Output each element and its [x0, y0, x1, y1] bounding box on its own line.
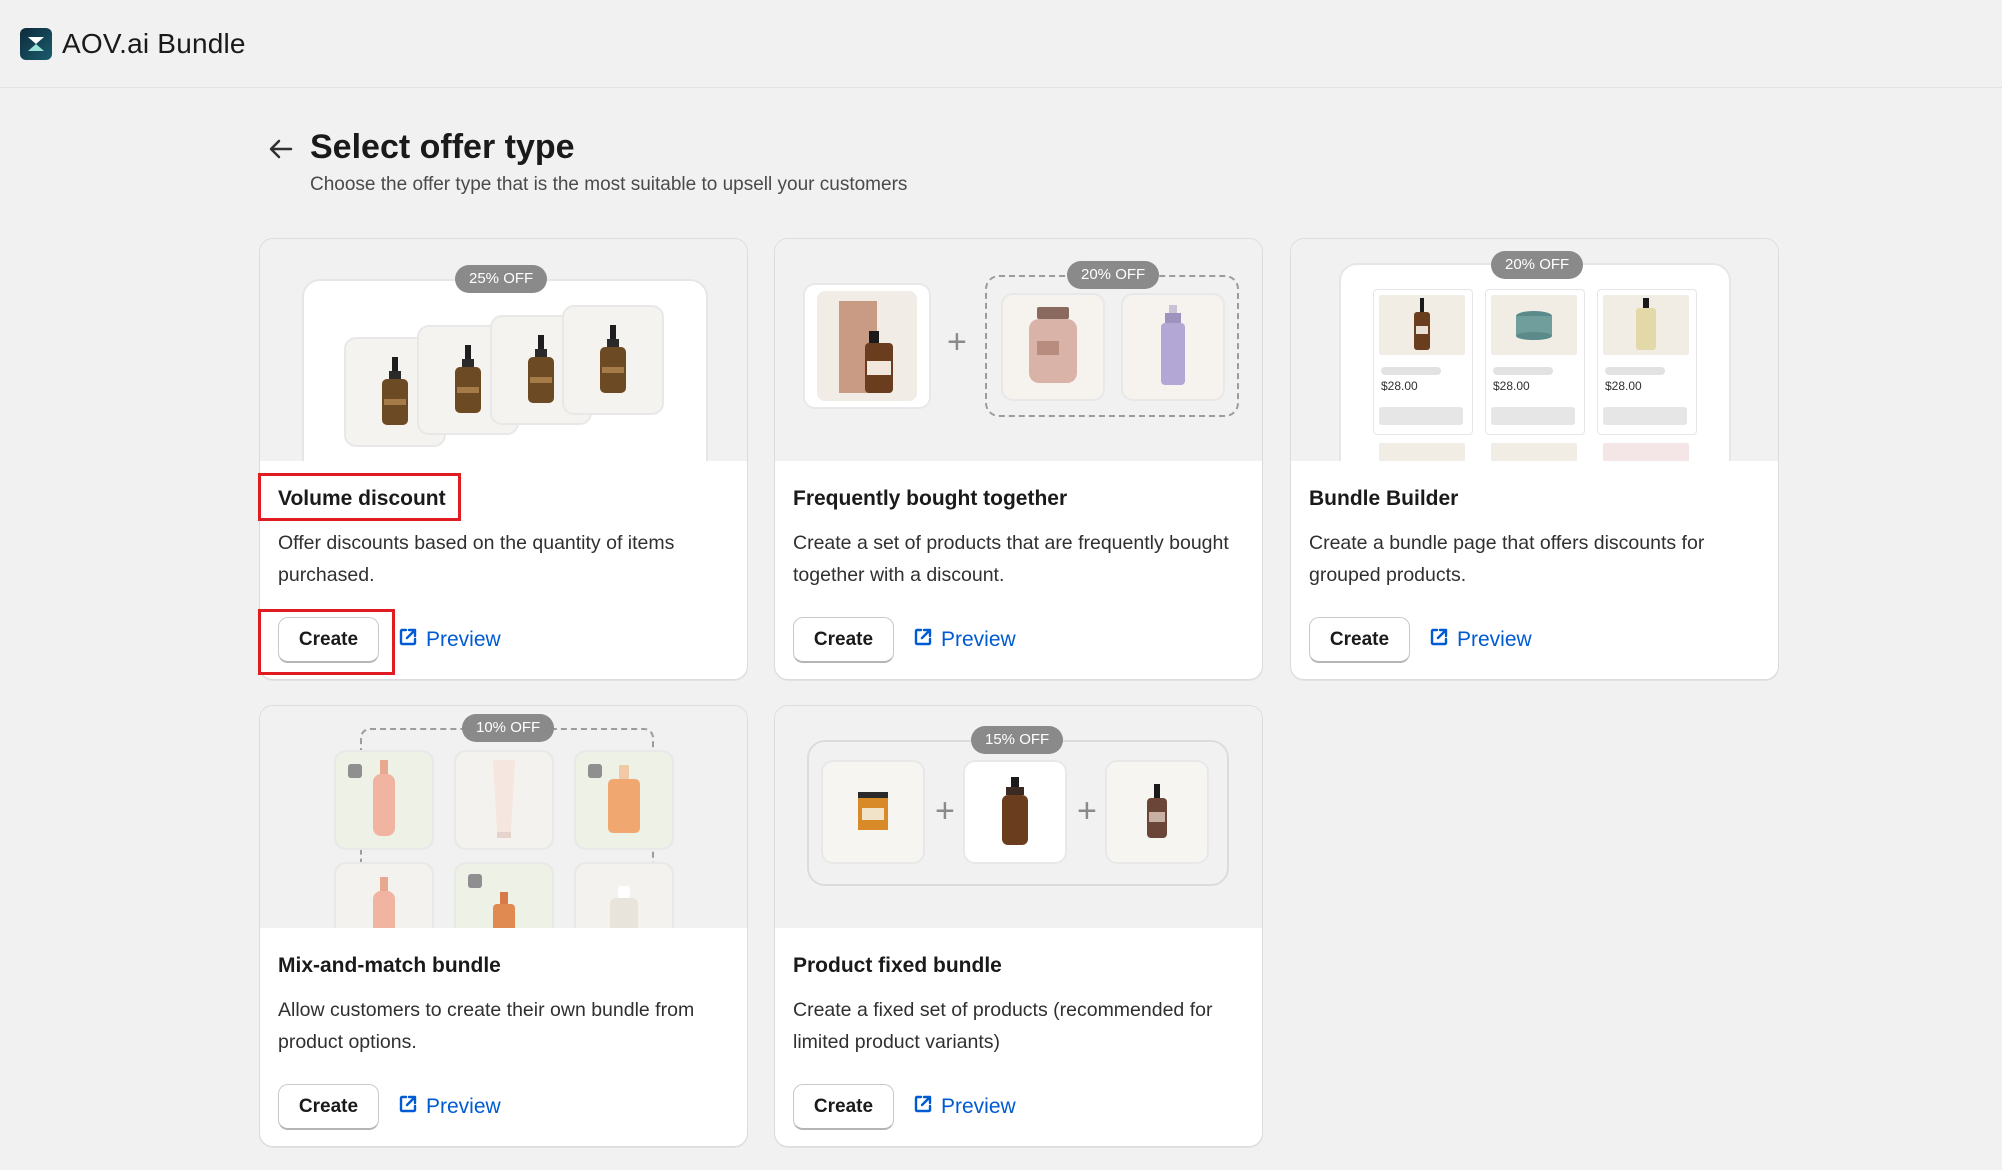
card-description: Create a fixed set of products (recommen… [793, 999, 1213, 1053]
product-image [1379, 443, 1465, 461]
back-arrow-icon[interactable] [266, 134, 296, 164]
card-title: Product fixed bundle [793, 954, 1002, 977]
card-title: Volume discount [278, 487, 446, 510]
mix-and-match-illustration: 10% OFF [260, 706, 747, 928]
checkbox-icon [588, 764, 602, 778]
product-tile [454, 750, 554, 850]
product-button-placeholder [1603, 407, 1687, 425]
product-image [1379, 295, 1465, 355]
create-button[interactable]: Create [278, 617, 379, 663]
preview-label: Preview [1457, 628, 1532, 651]
fbt-illustration: + 20% OFF [775, 239, 1262, 461]
preview-label: Preview [426, 628, 501, 651]
checkbox-icon [468, 874, 482, 888]
create-button[interactable]: Create [793, 1084, 894, 1130]
product-tile [334, 862, 434, 928]
discount-badge: 15% OFF [971, 726, 1064, 754]
page-title: Select offer type [310, 128, 575, 166]
offer-card-product-fixed-bundle: 15% OFF + + Product fixed bundle Create … [774, 705, 1263, 1147]
preview-label: Preview [426, 1095, 501, 1118]
preview-link[interactable]: Preview [398, 617, 501, 663]
product-title-placeholder [1381, 367, 1441, 375]
product-tile [1105, 760, 1209, 864]
card-description: Offer discounts based on the quantity of… [278, 532, 675, 586]
external-link-icon [913, 627, 933, 653]
offer-card-mix-and-match-bundle: 10% OFF Mix-and-match bundle Allow custo… [259, 705, 748, 1147]
preview-link[interactable]: Preview [913, 1084, 1016, 1130]
plus-icon: + [935, 792, 955, 830]
product-image [1491, 443, 1577, 461]
preview-link[interactable]: Preview [398, 1084, 501, 1130]
product-image [1603, 443, 1689, 461]
external-link-icon [913, 1094, 933, 1120]
card-title: Mix-and-match bundle [278, 954, 501, 977]
card-title: Frequently bought together [793, 487, 1068, 510]
product-price: $28.00 [1381, 379, 1418, 393]
product-tile [963, 760, 1067, 864]
create-button[interactable]: Create [793, 617, 894, 663]
plus-icon: + [947, 323, 967, 361]
offer-card-bundle-builder: 20% OFF $28.00 $28.00 $28.00 Bundle Buil… [1290, 238, 1779, 680]
preview-link[interactable]: Preview [913, 617, 1016, 663]
app-header: AOV.ai Bundle [0, 0, 2002, 88]
product-tile [1121, 293, 1225, 401]
preview-label: Preview [941, 1095, 1016, 1118]
product-button-placeholder [1379, 407, 1463, 425]
card-description: Create a bundle page that offers discoun… [1309, 532, 1705, 586]
discount-badge: 20% OFF [1491, 251, 1584, 279]
preview-link[interactable]: Preview [1429, 617, 1532, 663]
offer-card-frequently-bought-together: + 20% OFF Frequently bought together Cre… [774, 238, 1263, 680]
offer-card-volume-discount: 25% OFF Volume discount Offer discounts … [259, 238, 748, 680]
volume-discount-illustration: 25% OFF [260, 239, 747, 461]
external-link-icon [398, 1094, 418, 1120]
discount-badge: 20% OFF [1067, 261, 1160, 289]
external-link-icon [398, 627, 418, 653]
product-title-placeholder [1605, 367, 1665, 375]
product-title-placeholder [1493, 367, 1553, 375]
card-description: Create a set of products that are freque… [793, 532, 1229, 586]
aov-logo-icon [20, 27, 52, 60]
product-image [1603, 295, 1689, 355]
product-button-placeholder [1491, 407, 1575, 425]
checkbox-icon [348, 764, 362, 778]
app-title: AOV.ai Bundle [62, 27, 246, 59]
product-image [1491, 295, 1577, 355]
preview-label: Preview [941, 628, 1016, 651]
discount-badge: 10% OFF [462, 714, 555, 742]
product-tile [1001, 293, 1105, 401]
product-price: $28.00 [1493, 379, 1530, 393]
product-tile [803, 283, 931, 409]
create-button[interactable]: Create [1309, 617, 1410, 663]
page-subtitle: Choose the offer type that is the most s… [310, 174, 908, 195]
card-title: Bundle Builder [1309, 487, 1459, 510]
card-description: Allow customers to create their own bund… [278, 999, 695, 1053]
product-tile [454, 862, 554, 928]
product-tile [821, 760, 925, 864]
fixed-bundle-illustration: 15% OFF + + [775, 706, 1262, 928]
product-tile [574, 862, 674, 928]
discount-badge: 25% OFF [455, 265, 548, 293]
create-button[interactable]: Create [278, 1084, 379, 1130]
product-tile [562, 305, 664, 415]
product-price: $28.00 [1605, 379, 1642, 393]
plus-icon: + [1077, 792, 1097, 830]
bundle-builder-illustration: 20% OFF $28.00 $28.00 $28.00 [1291, 239, 1778, 461]
external-link-icon [1429, 627, 1449, 653]
